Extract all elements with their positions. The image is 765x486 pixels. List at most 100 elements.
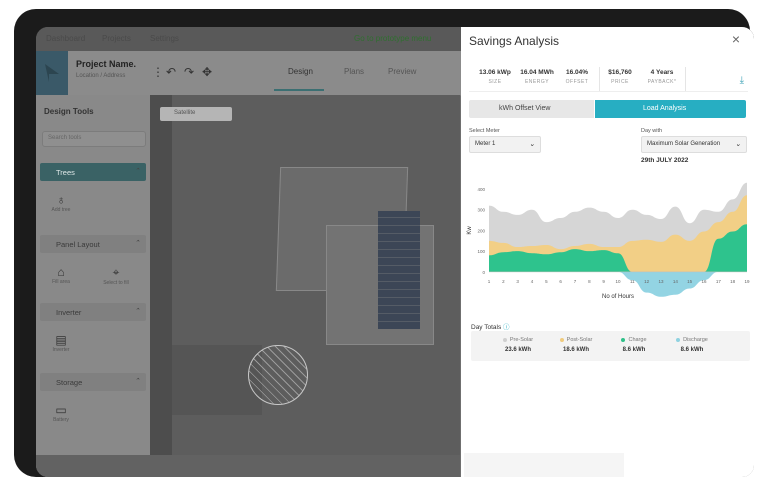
tab-load-analysis[interactable]: Load Analysis	[595, 100, 746, 118]
map-view-toggle[interactable]: Satellite	[160, 107, 232, 121]
stat-payback: 4 Years PAYBACK*	[647, 69, 677, 85]
view-toggle: kWh Offset View Load Analysis	[469, 100, 746, 118]
x-tick-label: 7	[574, 279, 577, 284]
x-tick-label: 19	[744, 279, 750, 284]
pan-icon[interactable]: ✥	[202, 65, 212, 79]
road	[150, 95, 172, 477]
divider	[599, 67, 600, 91]
battery-tool[interactable]: ▭ Battery	[44, 403, 78, 423]
tree-icon: ♁	[56, 193, 66, 207]
info-icon[interactable]: ⓘ	[503, 324, 510, 331]
day-with-select[interactable]: Maximum Solar Generation ⌄	[641, 136, 747, 153]
x-tick-label: 2	[502, 279, 505, 284]
x-tick-label: 12	[644, 279, 650, 284]
x-tick-label: 17	[716, 279, 722, 284]
day-totals: Pre-Solar 23.6 kWh Post-Solar 18.6 kWh Cha…	[471, 331, 750, 361]
x-tick-label: 6	[559, 279, 562, 284]
y-tick-label: 300	[477, 208, 485, 213]
day-totals-title: Day Totals ⓘ	[471, 324, 510, 331]
y-axis-label: Kw	[467, 226, 473, 235]
inverter-tool[interactable]: ▤ Inverter	[44, 333, 78, 353]
app-screen: Dashboard Projects Settings Go to protot…	[36, 27, 754, 477]
project-name[interactable]: Project Name.	[76, 59, 136, 69]
x-tick-label: 4	[531, 279, 534, 284]
select-meter-label: Select Meter	[469, 128, 500, 134]
x-tick-label: 16	[701, 279, 707, 284]
legend-dot	[621, 337, 626, 342]
fill-area-tool[interactable]: ⌂ Fill area	[44, 265, 78, 285]
close-icon[interactable]: ×	[732, 31, 740, 47]
satellite-map[interactable]: Satellite	[150, 95, 460, 477]
nav-item-projects[interactable]: Projects	[102, 34, 131, 43]
project-subtitle: Location / Address	[76, 73, 126, 79]
nav-item-settings[interactable]: Settings	[150, 34, 179, 43]
load-analysis-chart: 0 100 200 300 400 1 2 3 4 5 6 7 8 9 10 11 12 13 14 15 16 17 18…	[465, 177, 753, 337]
download-icon[interactable]: ⤓	[740, 75, 744, 86]
app-logo[interactable]	[36, 51, 68, 95]
tree-marker[interactable]	[248, 345, 308, 405]
device-frame: Dashboard Projects Settings Go to protot…	[14, 9, 754, 477]
stat-offset: 16.04% OFFSET	[565, 69, 589, 85]
add-tree-tool[interactable]: ♁ Add tree	[46, 193, 76, 213]
y-tick-label: 0	[482, 270, 485, 275]
x-tick-label: 14	[673, 279, 679, 284]
sidebar-section-storage[interactable]: Storage ⌃	[40, 373, 146, 391]
sidebar-title: Design Tools	[44, 107, 94, 116]
chevron-up-icon: ⌃	[134, 378, 140, 385]
tab-design[interactable]: Design	[288, 67, 313, 76]
x-tick-label: 9	[602, 279, 605, 284]
total-discharge: Discharge 8.6 kWh	[667, 337, 717, 353]
y-tick-label: 400	[477, 187, 485, 192]
y-tick-label: 100	[477, 249, 485, 254]
day-with-label: Day with	[641, 128, 663, 134]
stat-energy: 16.04 MWh ENERGY	[520, 69, 554, 85]
sidebar-section-panel-layout[interactable]: Panel Layout ⌃	[40, 235, 146, 253]
undo-icon[interactable]: ↶	[166, 65, 176, 79]
panel-footer	[464, 453, 624, 477]
prototype-notice[interactable]: Go to prototype menu	[354, 34, 431, 43]
total-post-solar: Post-Solar 18.6 kWh	[551, 337, 601, 353]
chart-svg: 01002003004001 2 3 4 5 6 7 8 9 10 11 12 13 14 15 16 17 18…	[467, 182, 750, 300]
x-tick-label: 18	[730, 279, 736, 284]
tab-preview[interactable]: Preview	[388, 67, 416, 76]
x-tick-label: 1	[488, 279, 491, 284]
redo-icon[interactable]: ↷	[184, 65, 194, 79]
stats-bar: 13.06 kWp SIZE 16.04 MWh ENERGY 16.04% OFFS…	[469, 61, 748, 92]
sidebar-section-inverter[interactable]: Inverter ⌃	[40, 303, 146, 321]
x-axis-label: No of Hours	[602, 294, 634, 300]
meter-select[interactable]: Meter 1 ⌄	[469, 136, 541, 153]
solar-panel-array[interactable]	[378, 211, 420, 329]
chevron-up-icon: ⌃	[134, 308, 140, 315]
tab-plans[interactable]: Plans	[344, 67, 364, 76]
x-tick-label: 11	[630, 279, 635, 284]
select-to-fill-tool[interactable]: ⌖ Select to fill	[96, 265, 136, 286]
tab-kwh-offset-view[interactable]: kWh Offset View	[469, 100, 594, 118]
selected-date: 29th JULY 2022	[641, 157, 689, 164]
chevron-down-icon: ⌄	[529, 141, 535, 148]
map-footer	[36, 455, 460, 477]
tag-icon: ⌖	[112, 265, 120, 279]
y-tick-label: 200	[477, 228, 485, 233]
x-tick-label: 5	[545, 279, 548, 284]
total-charge: Charge 8.6 kWh	[621, 337, 647, 353]
legend-dot	[676, 337, 681, 342]
x-tick-label: 15	[687, 279, 693, 284]
total-pre-solar: Pre-Solar 23.6 kWh	[493, 337, 543, 353]
sidebar-section-trees[interactable]: Trees ⌃	[40, 163, 146, 181]
design-tools-sidebar: Design Tools Search tools Trees ⌃ ♁ Add tr…	[36, 95, 150, 477]
more-vertical-icon[interactable]: ⋮	[152, 65, 164, 79]
nav-item-dashboard[interactable]: Dashboard	[46, 34, 85, 43]
x-tick-label: 8	[588, 279, 591, 284]
x-tick-label: 13	[658, 279, 664, 284]
tool-search-input[interactable]: Search tools	[42, 131, 146, 147]
legend-dot	[559, 337, 564, 342]
chevron-up-icon: ⌃	[134, 240, 140, 247]
savings-analysis-panel: Savings Analysis × 13.06 kWp SIZE 16.04 M…	[461, 27, 754, 477]
divider	[685, 67, 686, 91]
x-tick-label: 3	[516, 279, 519, 284]
chevron-down-icon: ⌄	[735, 141, 741, 148]
x-tick-label: 10	[615, 279, 621, 284]
fill-area-icon: ⌂	[57, 265, 65, 279]
inverter-icon: ▤	[55, 333, 67, 347]
chevron-up-icon: ⌃	[134, 168, 140, 175]
